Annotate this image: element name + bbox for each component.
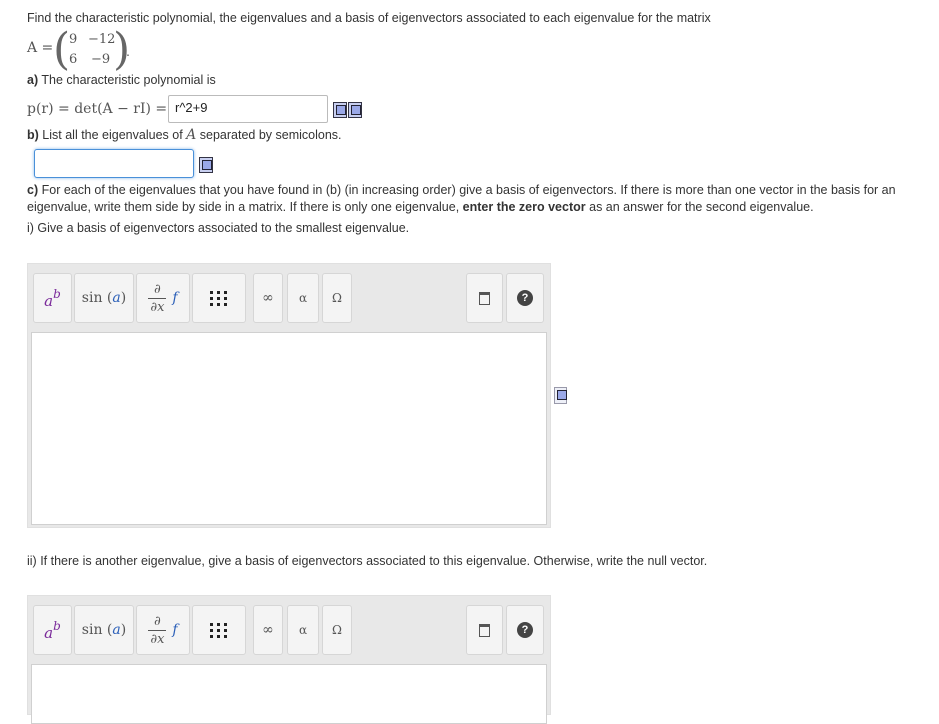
question-i: i) Give a basis of eigenvectors associat… xyxy=(27,221,410,235)
part-a-text: The characteristic polynomial is xyxy=(41,73,216,87)
part-b-text-after: separated by semicolons. xyxy=(199,128,342,142)
trash-icon xyxy=(479,291,490,305)
char-poly-input[interactable]: r^2+9 xyxy=(168,95,328,123)
matrix-a12: −12 xyxy=(88,32,116,47)
math-editor-2: ab sin (a) ∂ ∂x f ∞ α Ω ? xyxy=(27,595,551,724)
infinity-button[interactable]: ∞ xyxy=(253,273,283,323)
formula-help-icon[interactable] xyxy=(348,102,362,118)
part-b-label: b) xyxy=(27,128,39,142)
matrix-grid-icon xyxy=(210,622,228,638)
matrix-period: . xyxy=(126,44,130,59)
matrix-a11: 9 xyxy=(69,32,78,47)
matrix-grid-icon xyxy=(210,290,228,306)
clear-button[interactable] xyxy=(466,273,503,323)
help-icon: ? xyxy=(517,290,533,306)
math-editor-1: ab sin (a) ∂ ∂x f ∞ α Ω ? xyxy=(27,263,551,528)
matrix-button[interactable] xyxy=(192,273,246,323)
part-c-text3: as an answer for the second eigenvalue. xyxy=(589,200,814,214)
matrix-a21: 6 xyxy=(69,52,78,67)
infinity-button[interactable]: ∞ xyxy=(253,605,283,655)
matrix-display: A = ( 9 −12 6 −9 ) . xyxy=(27,28,137,72)
clear-button[interactable] xyxy=(466,605,503,655)
matrix-lhs: A = xyxy=(27,40,54,56)
omega-button[interactable]: Ω xyxy=(322,605,352,655)
matrix-a22: −9 xyxy=(91,52,111,67)
part-c-text1: For each of the eigenvalues that you hav… xyxy=(41,183,896,197)
help-button[interactable]: ? xyxy=(506,273,544,323)
power-button[interactable]: ab xyxy=(33,273,72,323)
char-poly-lhs: p(r) = det(A − rI) = xyxy=(27,101,168,117)
function-button[interactable]: sin (a) xyxy=(74,605,134,655)
function-button[interactable]: sin (a) xyxy=(74,273,134,323)
part-c-text2: eigenvalue, write them side by side in a… xyxy=(27,200,460,214)
power-button[interactable]: ab xyxy=(33,605,72,655)
derivative-button[interactable]: ∂ ∂x f xyxy=(136,273,190,323)
help-button[interactable]: ? xyxy=(506,605,544,655)
part-c-bold: enter the zero vector xyxy=(462,200,586,214)
derivative-button[interactable]: ∂ ∂x f xyxy=(136,605,190,655)
answer-1-preview-icon[interactable] xyxy=(554,387,567,404)
alpha-button[interactable]: α xyxy=(287,273,319,323)
part-c-label: c) xyxy=(27,183,39,197)
eigenvalues-input[interactable] xyxy=(34,149,194,178)
help-icon: ? xyxy=(517,622,533,638)
eigenvalues-preview-icon[interactable] xyxy=(199,157,213,173)
left-paren: ( xyxy=(53,24,71,75)
char-poly-value: r^2+9 xyxy=(175,100,208,115)
question-ii: ii) If there is another eigenvalue, give… xyxy=(27,554,708,568)
editor-2-input-area[interactable] xyxy=(31,664,547,724)
part-a-label: a) xyxy=(27,73,39,87)
preview-icon[interactable] xyxy=(333,102,347,118)
part-b-var: A xyxy=(186,127,197,143)
matrix-button[interactable] xyxy=(192,605,246,655)
editor-1-input-area[interactable] xyxy=(31,332,547,525)
omega-button[interactable]: Ω xyxy=(322,273,352,323)
part-b-prompt: b) List all the eigenvalues of A separat… xyxy=(27,127,342,144)
part-c-prompt: c) For each of the eigenvalues that you … xyxy=(27,182,907,216)
part-b-text-before: List all the eigenvalues of xyxy=(42,128,183,142)
alpha-button[interactable]: α xyxy=(287,605,319,655)
part-a-prompt: a) The characteristic polynomial is xyxy=(27,72,216,89)
trash-icon xyxy=(479,623,490,637)
